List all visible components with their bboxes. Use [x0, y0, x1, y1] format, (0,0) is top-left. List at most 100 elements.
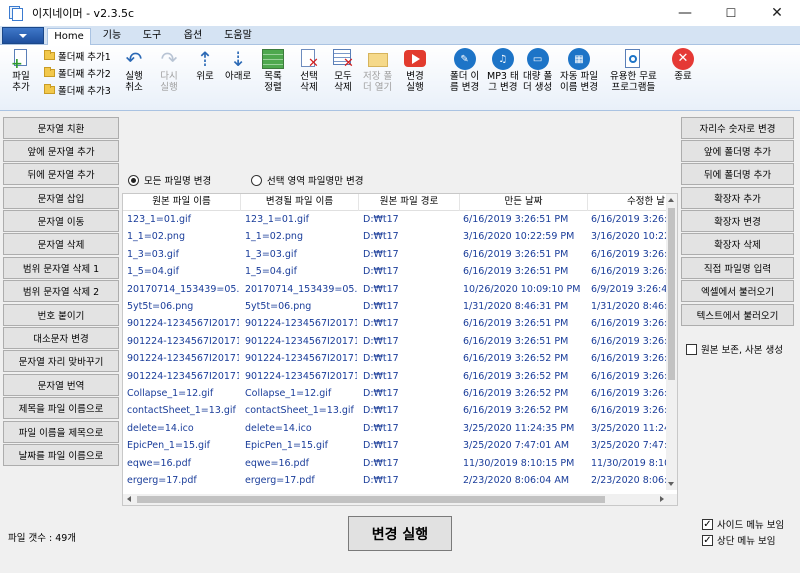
prepend-folder-name-button[interactable]: 앞에 폴더명 추가 [681, 140, 794, 162]
run-change-button[interactable]: 변경 실행 [348, 516, 452, 551]
folder-icon [44, 66, 55, 77]
move-up-button[interactable]: ⇡ 위로 [194, 48, 216, 82]
range-delete2-button[interactable]: 범위 문자열 삭제 2 [3, 280, 119, 302]
checkbox-box[interactable] [686, 343, 697, 355]
tab-help[interactable]: 도움말 [219, 28, 257, 45]
table-row[interactable]: 901224-1234567I2017101 901224-1234567I201… [123, 333, 668, 350]
column-new-name[interactable]: 변경될 파일 이름 [241, 194, 359, 211]
redo-button[interactable]: ↷ 다시 실행 [158, 48, 180, 93]
add-file-button[interactable]: + 파일 추가 [10, 48, 32, 93]
vertical-scrollbar[interactable] [666, 194, 677, 490]
table-cell: D:₩t17 [363, 266, 399, 278]
table-row[interactable]: 1_5=04.gif 1_5=04.gif D:₩t17 6/16/2019 3:26… [123, 263, 668, 280]
filename-to-title-button[interactable]: 파일 이름을 제목으로 [3, 421, 119, 443]
radio-indicator[interactable] [128, 174, 139, 186]
exit-button[interactable]: ✕ 종료 [672, 48, 694, 82]
minimize-button[interactable]: — [662, 0, 708, 26]
scroll-down-icon[interactable] [668, 482, 674, 486]
load-text-button[interactable]: 텍스트에서 불러오기 [681, 304, 794, 326]
bulk-folder-button[interactable]: ▭ 대량 폴 더 생성 [523, 48, 552, 93]
table-row[interactable]: 5yt5t=06.png 5yt5t=06.png D:₩t17 1/31/2020 … [123, 298, 668, 315]
swap-string-button[interactable]: 문자열 자리 맞바꾸기 [3, 350, 119, 372]
digits-to-number-button[interactable]: 자리수 숫자로 변경 [681, 117, 794, 139]
column-modified[interactable]: 수정한 날 [588, 194, 668, 211]
table-cell: delete=14.ico [127, 422, 194, 434]
add-folder2-button[interactable]: 폴더째 추가2 [44, 65, 111, 80]
replace-string-button[interactable]: 문자열 치환 [3, 117, 119, 139]
move-string-button[interactable]: 문자열 이동 [3, 210, 119, 232]
tab-options[interactable]: 옵션 [178, 28, 208, 45]
add-folder3-button[interactable]: 폴더째 추가3 [44, 82, 111, 97]
scroll-left-icon[interactable] [127, 496, 131, 502]
scroll-up-icon[interactable] [668, 198, 674, 202]
table-row[interactable]: contactSheet_1=13.gif contactSheet_1=13.g… [123, 402, 668, 419]
free-programs-button[interactable]: 유용한 무료 프로그램들 [610, 48, 657, 93]
table-row[interactable]: EpicPen_1=15.gif EpicPen_1=15.gif D:₩t17 3/… [123, 437, 668, 454]
translate-string-button[interactable]: 문자열 번역 [3, 374, 119, 396]
table-cell: 1_5=04.gif [127, 266, 179, 278]
table-row[interactable]: ergerg=17.pdf ergerg=17.pdf D:₩t17 2/23/202… [123, 472, 668, 489]
delete-extension-button[interactable]: 확장자 삭제 [681, 233, 794, 255]
radio-all-files[interactable]: 모든 파일명 변경 [128, 173, 211, 187]
delete-all-button[interactable]: ✕ 모두 삭제 [332, 48, 354, 93]
rename-folder-button[interactable]: ✎ 폴더 이 름 변경 [450, 48, 479, 93]
run-change-ribbon-button[interactable]: 변경 실행 [404, 48, 426, 93]
table-row[interactable]: 20170714_153439=05.jpg 20170714_153439=05… [123, 281, 668, 298]
file-list[interactable]: 원본 파일 이름 변경될 파일 이름 원본 파일 경로 만든 날짜 수정한 날 … [122, 193, 678, 506]
table-row[interactable]: eqwe=16.pdf eqwe=16.pdf D:₩t17 11/30/2019 8… [123, 455, 668, 472]
numbering-button[interactable]: 번호 붙이기 [3, 304, 119, 326]
delete-string-button[interactable]: 문자열 삭제 [3, 233, 119, 255]
tab-features[interactable]: 기능 [97, 28, 127, 45]
add-folder1-button[interactable]: 폴더째 추가1 [44, 48, 111, 63]
undo-button[interactable]: ↶ 실행 취소 [123, 48, 145, 93]
direct-input-button[interactable]: 직접 파일명 입력 [681, 257, 794, 279]
table-row[interactable]: 1_1=02.png 1_1=02.png D:₩t17 3/16/2020 10:2… [123, 228, 668, 245]
table-row[interactable]: 1_3=03.gif 1_3=03.gif D:₩t17 6/16/2019 3:26… [123, 246, 668, 263]
app-menu-button[interactable] [2, 27, 44, 44]
change-extension-button[interactable]: 확장자 변경 [681, 210, 794, 232]
table-row[interactable]: 901224-1234567I2017101 901224-1234567I201… [123, 350, 668, 367]
scroll-thumb[interactable] [137, 496, 605, 503]
radio-indicator[interactable] [251, 174, 262, 186]
column-original-name[interactable]: 원본 파일 이름 [123, 194, 241, 211]
table-row[interactable]: 901224-1234567I2017101 901224-1234567I201… [123, 315, 668, 332]
table-row[interactable]: Collapse_1=12.gif Collapse_1=12.gif D:₩t17… [123, 385, 668, 402]
show-top-menu-checkbox[interactable]: ✓ 상단 메뉴 보임 [702, 533, 775, 547]
title-to-filename-button[interactable]: 제목을 파일 이름으로 [3, 397, 119, 419]
scroll-thumb[interactable] [668, 208, 675, 380]
range-delete1-button[interactable]: 범위 문자열 삭제 1 [3, 257, 119, 279]
column-path[interactable]: 원본 파일 경로 [359, 194, 460, 211]
prepend-string-button[interactable]: 앞에 문자열 추가 [3, 140, 119, 162]
maximize-button[interactable]: ☐ [708, 0, 754, 26]
open-save-folder-button[interactable]: 저장 폴 더 열기 [363, 48, 392, 93]
table-cell: 2/23/2020 8:06:04 AM [463, 475, 570, 486]
radio-selected-only[interactable]: 선택 영역 파일명만 변경 [251, 173, 363, 187]
add-extension-button[interactable]: 확장자 추가 [681, 187, 794, 209]
sort-list-button[interactable]: 목록 정렬 [262, 48, 284, 93]
delete-selected-button[interactable]: ✕ 선택 삭제 [298, 48, 320, 93]
tab-home[interactable]: Home [47, 28, 91, 45]
add-file-icon: + [10, 48, 32, 71]
show-side-menu-checkbox[interactable]: ✓ 사이드 메뉴 보임 [702, 517, 784, 531]
table-row[interactable]: 901224-1234567I2017101 901224-1234567I201… [123, 368, 668, 385]
auto-filename-button[interactable]: ▦ 자동 파일 이름 변경 [560, 48, 598, 93]
move-down-button[interactable]: ⇣ 아래로 [225, 48, 251, 82]
change-case-button[interactable]: 대소문자 변경 [3, 327, 119, 349]
mp3-tag-button[interactable]: ♫ MP3 태 그 변경 [487, 48, 519, 93]
horizontal-scrollbar[interactable] [123, 494, 668, 505]
tab-tools[interactable]: 도구 [137, 28, 167, 45]
append-folder-name-button[interactable]: 뒤에 폴더명 추가 [681, 163, 794, 185]
folder-open-icon [367, 48, 389, 70]
close-button[interactable]: ✕ [754, 0, 800, 26]
column-created[interactable]: 만든 날짜 [460, 194, 588, 211]
scroll-right-icon[interactable] [660, 496, 664, 502]
load-excel-button[interactable]: 엑셀에서 불러오기 [681, 280, 794, 302]
checkmark-icon[interactable]: ✓ [702, 534, 713, 546]
date-to-filename-button[interactable]: 날짜를 파일 이름으로 [3, 444, 119, 466]
insert-string-button[interactable]: 문자열 삽입 [3, 187, 119, 209]
keep-original-checkbox[interactable]: 원본 보존, 사본 생성 [686, 342, 783, 356]
append-string-button[interactable]: 뒤에 문자열 추가 [3, 163, 119, 185]
table-row[interactable]: 123_1=01.gif 123_1=01.gif D:₩t17 6/16/2019 … [123, 211, 668, 228]
checkmark-icon[interactable]: ✓ [702, 518, 713, 530]
table-row[interactable]: delete=14.ico delete=14.ico D:₩t17 3/25/202… [123, 420, 668, 437]
